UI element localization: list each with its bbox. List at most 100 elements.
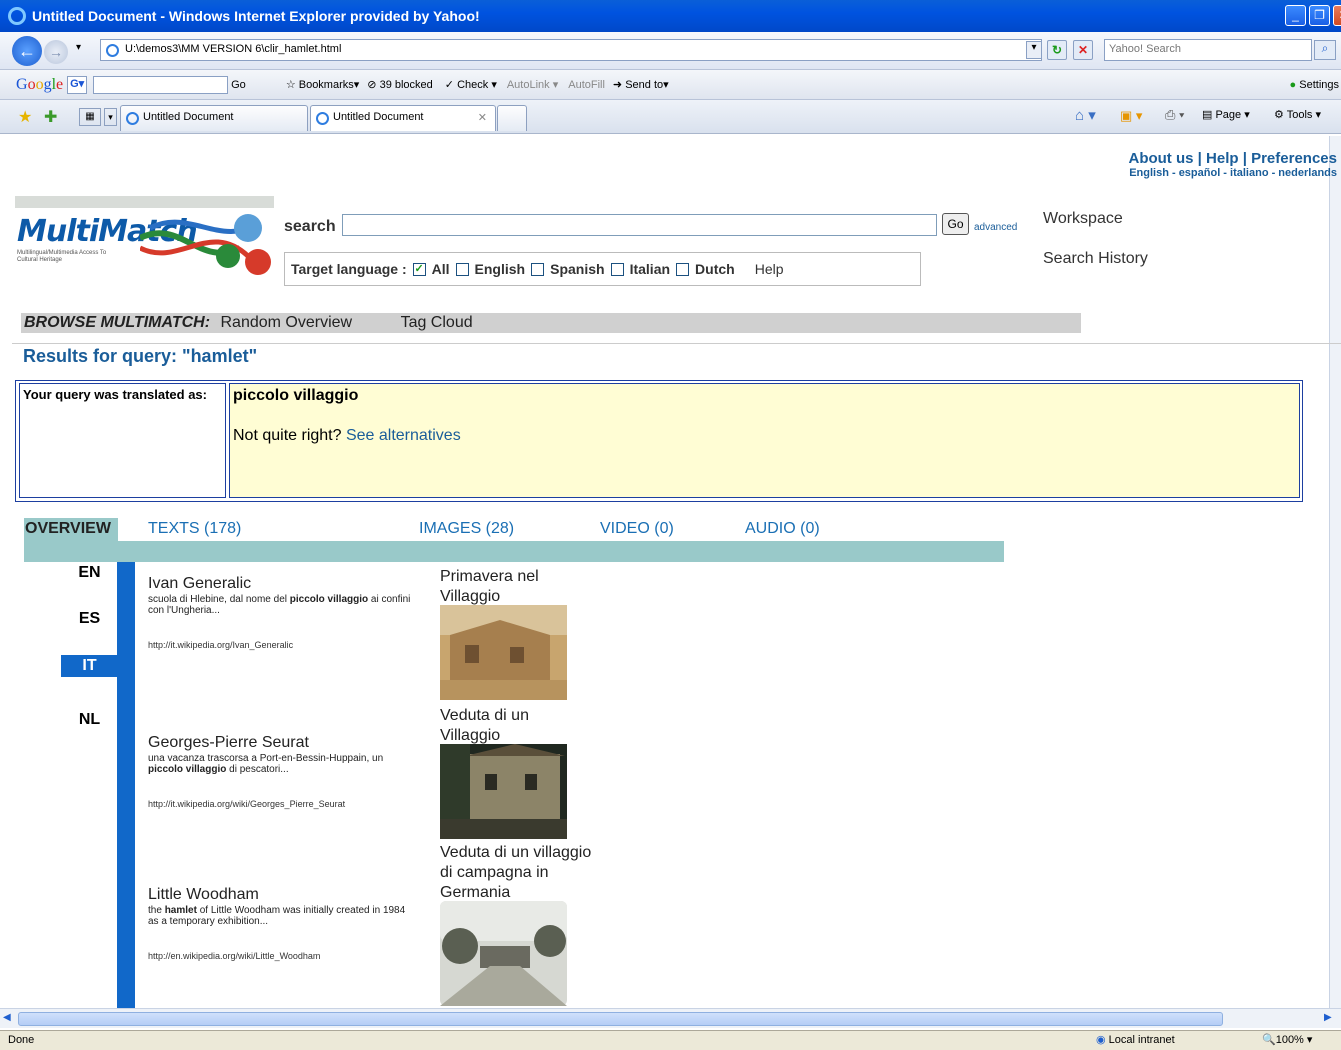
tag-cloud-link[interactable]: Tag Cloud — [401, 314, 473, 331]
search-icon[interactable]: ⌕ — [1314, 40, 1336, 60]
tab-untitled-2[interactable]: Untitled Document ✕ — [310, 105, 496, 131]
favorites-star-icon[interactable]: ★ — [18, 107, 32, 127]
result-title[interactable]: Georges-Pierre Seurat — [148, 734, 309, 752]
lang-es[interactable]: ES — [61, 610, 118, 628]
refresh-icon[interactable]: ↻ — [1047, 40, 1067, 60]
address-field[interactable]: U:\demos3\MM VERSION 6\clir_hamlet.html — [100, 39, 1042, 61]
language-sidebar-bar — [117, 562, 135, 1008]
zoom-control[interactable]: 🔍100% ▾ — [1262, 1031, 1312, 1050]
checkbox-italian[interactable] — [610, 262, 624, 276]
google-menu-button[interactable]: G▾ — [67, 75, 88, 94]
scroll-left-icon[interactable]: ◀ — [3, 1012, 11, 1023]
result-title[interactable]: Little Woodham — [148, 886, 259, 904]
google-search-input[interactable] — [93, 75, 229, 94]
spellcheck-button[interactable]: ✓ Check ▾ — [445, 78, 497, 91]
workspace-link[interactable]: Workspace — [1043, 210, 1123, 228]
result-snippet: the hamlet of Little Woodham was initial… — [148, 905, 418, 927]
random-overview-link[interactable]: Random Overview — [221, 314, 353, 331]
address-dropdown-icon[interactable]: ▾ — [1026, 41, 1042, 59]
forward-button[interactable]: → — [44, 40, 68, 64]
target-language-label: Target language : — [291, 261, 407, 277]
feeds-icon[interactable]: ▣ ▾ — [1120, 108, 1142, 124]
settings-button[interactable]: ● Settings — [1290, 79, 1339, 91]
lang-en[interactable]: EN — [61, 564, 118, 582]
tab-label: Untitled Document — [333, 111, 424, 123]
quick-tabs-icon[interactable]: ▦ — [79, 108, 101, 126]
translation-label: Your query was translated as: — [19, 383, 226, 498]
google-toolbar: Google G▾ Go ☆ Bookmarks▾ ⊘ 39 blocked ✓… — [0, 70, 1341, 100]
go-button[interactable]: Go — [942, 213, 969, 235]
tab-close-icon[interactable]: ✕ — [478, 111, 487, 124]
scrollbar-thumb[interactable] — [18, 1012, 1223, 1026]
tab-list-icon[interactable]: ▾ — [104, 108, 117, 126]
bookmarks-button[interactable]: ☆ Bookmarks▾ — [286, 78, 359, 91]
target-help-link[interactable]: Help — [755, 261, 784, 277]
google-logo: Google — [16, 75, 64, 93]
search-input[interactable] — [342, 214, 937, 236]
image-thumbnail[interactable] — [440, 901, 567, 1006]
add-favorites-icon[interactable]: ✚ — [44, 107, 57, 127]
print-icon[interactable]: ⎙ ▾ — [1165, 107, 1184, 123]
minimize-button[interactable]: _ — [1285, 5, 1306, 26]
results-title: Results for query: "hamlet" — [23, 346, 258, 366]
result-title[interactable]: Ivan Generalic — [148, 575, 251, 593]
tab-video[interactable]: VIDEO (0) — [600, 520, 674, 538]
tab-untitled-1[interactable]: Untitled Document — [120, 105, 308, 131]
autofill-button[interactable]: AutoFill — [568, 79, 605, 91]
spellcheck-label: Check — [457, 79, 489, 91]
result-url[interactable]: http://it.wikipedia.org/wiki/Georges_Pie… — [148, 799, 345, 809]
autolink-button[interactable]: AutoLink ▾ — [507, 78, 558, 91]
result-url[interactable]: http://it.wikipedia.org/Ivan_Generalic — [148, 640, 293, 650]
bookmarks-label: Bookmarks — [298, 79, 354, 91]
checkbox-all[interactable]: ✓ — [412, 262, 426, 276]
zone-indicator[interactable]: ◉ Local intranet — [1096, 1031, 1175, 1050]
vertical-scrollbar[interactable] — [1329, 136, 1341, 1008]
tab-page-icon — [316, 112, 329, 125]
preferences-link[interactable]: Preferences — [1251, 150, 1337, 167]
tools-menu[interactable]: ⚙ Tools ▾ — [1274, 108, 1321, 121]
back-button[interactable]: ← — [12, 36, 42, 66]
home-icon[interactable]: ⌂ ▾ — [1075, 106, 1096, 124]
close-window-button[interactable]: ✕ — [1333, 5, 1341, 26]
zoom-label: 100% — [1275, 1034, 1304, 1046]
popup-blocker-button[interactable]: ⊘ 39 blocked — [367, 78, 433, 91]
image-title[interactable]: Veduta di un Villaggio — [440, 706, 560, 746]
page-menu[interactable]: ▤ Page ▾ — [1202, 108, 1250, 121]
checkbox-dutch[interactable] — [676, 262, 690, 276]
tab-images[interactable]: IMAGES (28) — [419, 520, 514, 538]
maximize-button[interactable]: ❐ — [1309, 5, 1330, 26]
yahoo-search-input[interactable]: Yahoo! Search — [1104, 39, 1312, 61]
option-spanish-label: Spanish — [550, 261, 605, 277]
top-links: About us | Help | Preferences English - … — [1128, 150, 1337, 179]
horizontal-scrollbar[interactable]: ◀ ▶ — [0, 1008, 1341, 1028]
tab-overview[interactable]: OVERVIEW — [24, 518, 118, 542]
image-thumbnail[interactable] — [440, 605, 567, 700]
tab-audio[interactable]: AUDIO (0) — [745, 520, 820, 538]
image-title[interactable]: Veduta di un villaggio di campagna in Ge… — [440, 843, 605, 903]
image-title[interactable]: Primavera nel Villaggio — [440, 567, 560, 607]
tab-texts[interactable]: TEXTS (178) — [148, 520, 241, 538]
help-link[interactable]: Help — [1206, 150, 1239, 167]
checkbox-spanish[interactable] — [531, 262, 545, 276]
search-label: search — [284, 218, 336, 235]
popup-blocker-label: 39 blocked — [379, 79, 433, 91]
lang-it[interactable]: IT — [61, 655, 118, 677]
history-dropdown-icon[interactable]: ▾ — [76, 42, 81, 53]
window-titlebar: Untitled Document - Windows Internet Exp… — [0, 0, 1341, 32]
about-link[interactable]: About us — [1128, 150, 1193, 167]
sendto-button[interactable]: ➜ Send to▾ — [613, 78, 669, 91]
snippet-highlight: hamlet — [164, 905, 197, 916]
separator: | — [1242, 150, 1247, 167]
stop-icon[interactable]: ✕ — [1073, 40, 1093, 60]
result-url[interactable]: http://en.wikipedia.org/wiki/Little_Wood… — [148, 951, 320, 961]
language-links[interactable]: English - español - italiano - nederland… — [1128, 167, 1337, 179]
google-go-button[interactable]: Go — [231, 79, 246, 91]
image-thumbnail[interactable] — [440, 744, 567, 839]
scroll-right-icon[interactable]: ▶ — [1324, 1012, 1332, 1023]
lang-nl[interactable]: NL — [61, 711, 118, 729]
new-tab-button[interactable] — [497, 105, 527, 131]
see-alternatives-link[interactable]: See alternatives — [346, 427, 461, 444]
advanced-search-link[interactable]: advanced — [974, 222, 1017, 233]
checkbox-english[interactable] — [455, 262, 469, 276]
search-history-link[interactable]: Search History — [1043, 250, 1148, 268]
